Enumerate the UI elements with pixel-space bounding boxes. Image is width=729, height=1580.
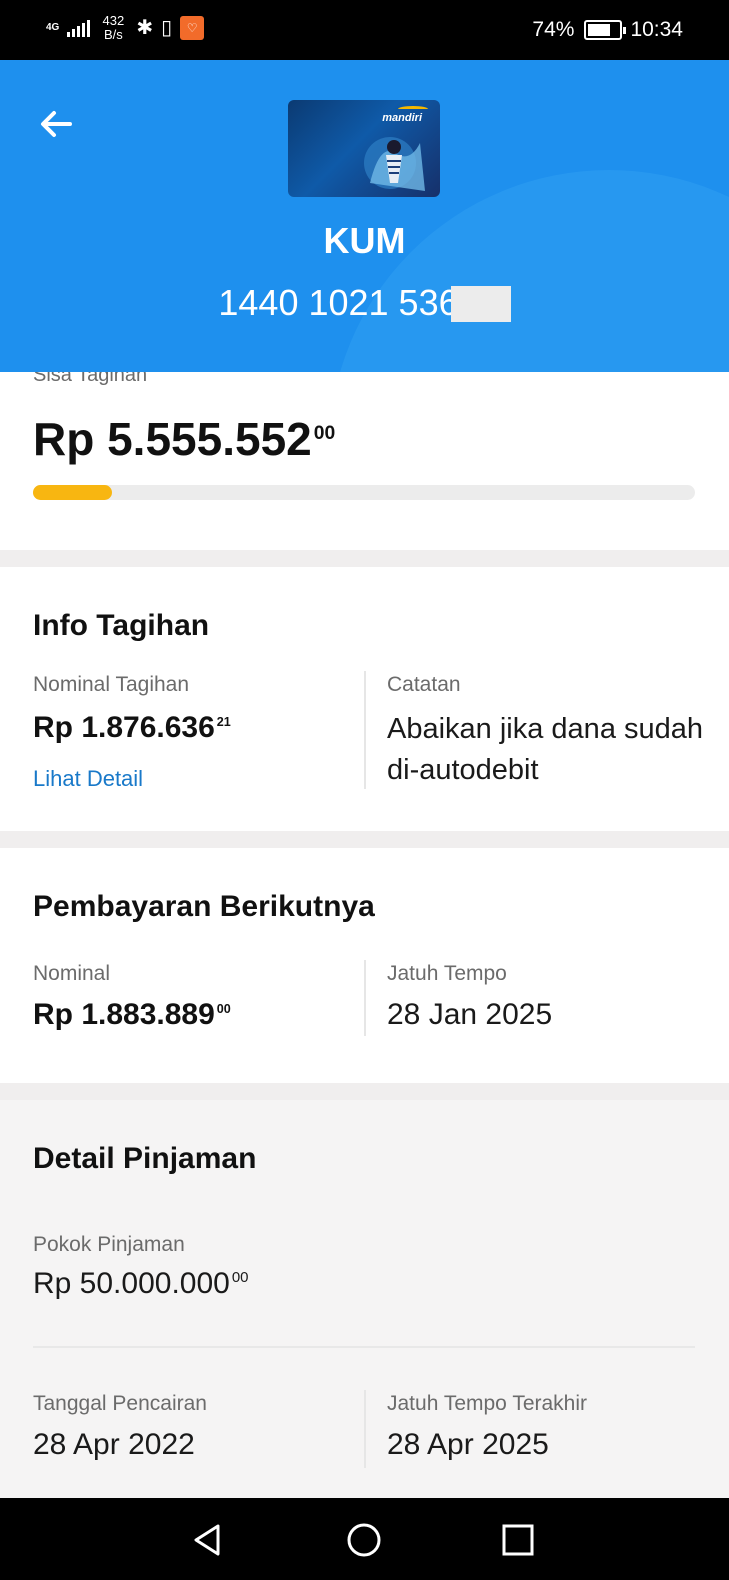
account-number-row: 1440 1021 536 [0,282,729,324]
bill-nominal-cents: 21 [216,715,231,729]
account-number: 1440 1021 536 [218,282,459,323]
speed-value: 432 [102,13,125,28]
final-due-label: Jatuh Tempo Terakhir [387,1392,588,1415]
due-date-value: 28 Jan 2025 [387,998,553,1031]
app-notification-icon: ♡ [180,16,205,40]
next-payment-title: Pembayaran Berikutnya [33,890,375,923]
principal-amount: Rp 50.000.000 00 [33,1267,249,1301]
network-type: 4G [46,22,60,33]
loan-detail-section: Detail Pinjaman Pokok Pinjaman Rp 50.000… [0,1100,729,1498]
section-divider [0,550,729,567]
see-detail-link[interactable]: Lihat Detail [33,766,143,792]
status-bar: 4G 432 B/s ✱ ▯ ♡ 74% 10:34 [0,0,729,60]
header-wave-decoration [329,170,729,372]
system-navigation-bar [0,1498,729,1580]
bill-nominal-label: Nominal Tagihan [33,673,190,696]
network-speed: 432 B/s [98,14,128,42]
row-divider [33,1346,695,1348]
remaining-balance-label: Sisa Tagihan [33,372,148,386]
vibrate-icon: ▯ [161,17,173,39]
signal-icon [67,19,91,37]
battery-fill [588,24,610,36]
principal-value: Rp 50.000.000 [33,1267,230,1300]
remaining-balance-section: Sisa Tagihan Rp 5.555.552 00 [0,372,729,550]
next-payment-nominal-label: Nominal [33,962,111,985]
battery-icon [584,20,627,40]
nav-recent-button[interactable] [496,1518,540,1562]
next-payment-nominal-cents: 00 [216,1002,231,1016]
remaining-balance-cents: 00 [313,422,336,444]
repayment-progress-fill [33,485,113,500]
section-divider [0,1083,729,1100]
remaining-balance-value: Rp 5.555.552 [33,413,312,465]
speed-unit: B/s [103,27,123,42]
account-number-mask [450,286,511,322]
note-label: Catatan [387,673,461,696]
account-name: KUM [323,220,406,261]
column-divider [364,671,366,789]
bill-info-title: Info Tagihan [33,609,210,642]
triangle-back-icon [194,1524,220,1556]
battery-percent: 74% [532,18,575,41]
next-payment-nominal-amount: Rp 1.883.889 00 [33,998,231,1032]
square-recent-icon [502,1524,534,1556]
note-text: Abaikan jika dana sudah di-autodebit [387,713,704,786]
due-date-label: Jatuh Tempo [387,962,507,985]
nav-back-button[interactable] [186,1518,230,1562]
bill-nominal-value: Rp 1.876.636 [33,711,215,744]
card-art-illustration [364,137,425,191]
status-right: 74% 10:34 [532,18,683,42]
column-divider [364,1390,366,1468]
loan-detail-title: Detail Pinjaman [33,1142,257,1175]
final-due-date: 28 Apr 2025 [387,1428,549,1461]
next-payment-nominal-value: Rp 1.883.889 [33,998,215,1031]
disbursement-date: 28 Apr 2022 [33,1428,195,1461]
principal-label: Pokok Pinjaman [33,1233,185,1256]
next-payment-section: Pembayaran Berikutnya Nominal Rp 1.883.8… [0,848,729,1083]
principal-cents: 00 [231,1269,249,1286]
back-button[interactable] [28,96,84,152]
clock: 10:34 [630,18,683,41]
bill-nominal-amount: Rp 1.876.636 21 [33,711,231,745]
nav-home-button[interactable] [342,1518,386,1562]
disbursement-label: Tanggal Pencairan [33,1392,207,1415]
repayment-progress-bar [33,485,695,500]
arrow-left-icon [41,111,72,137]
remaining-balance-amount: Rp 5.555.552 00 [33,412,335,466]
account-number-wrap: 1440 1021 536 [218,282,511,324]
circle-home-icon [347,1523,381,1557]
section-divider [0,831,729,848]
status-left: 4G 432 B/s ✱ ▯ ♡ [46,14,205,42]
column-divider [364,960,366,1036]
debit-card-image: mandiri [288,100,440,197]
bluetooth-icon: ✱ [136,17,154,39]
bill-info-section: Info Tagihan Nominal Tagihan Rp 1.876.63… [0,567,729,831]
account-header: mandiri KUM 1440 1021 536 [0,60,729,372]
